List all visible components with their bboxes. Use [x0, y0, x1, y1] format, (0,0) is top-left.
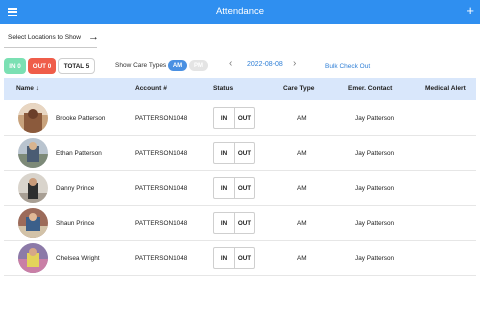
care-types-label: Show Care Types — [115, 62, 167, 69]
avatar — [18, 243, 48, 273]
check-in-button[interactable]: IN — [214, 213, 235, 233]
care-type-pm-toggle[interactable]: PM — [189, 60, 208, 71]
child-name: Shaun Prince — [56, 220, 95, 227]
table-row[interactable]: Chelsea Wright PATTERSON1048 IN OUT AM J… — [4, 241, 476, 276]
check-in-button[interactable]: IN — [214, 248, 235, 268]
column-header-medical-alert: Medical Alert — [425, 85, 466, 92]
table-row[interactable]: Danny Prince PATTERSON1048 IN OUT AM Jay… — [4, 171, 476, 206]
status-toggle: IN OUT — [213, 142, 255, 164]
column-header-status: Status — [213, 85, 234, 92]
avatar — [18, 173, 48, 203]
bulk-check-out-link[interactable]: Bulk Check Out — [325, 63, 370, 70]
column-header-account: Account # — [135, 85, 167, 92]
app-header: Attendance + — [0, 0, 480, 24]
child-name: Chelsea Wright — [56, 255, 100, 262]
column-header-care-type: Care Type — [283, 85, 315, 92]
account-number: PATTERSON1048 — [135, 255, 188, 262]
arrow-right-icon: → — [88, 31, 99, 43]
table-row[interactable]: Brooke Patterson PATTERSON1048 IN OUT AM… — [4, 101, 476, 136]
chevron-left-icon[interactable]: ‹ — [229, 58, 232, 69]
select-locations-button[interactable]: Select Locations to Show → — [4, 30, 99, 48]
check-out-button[interactable]: OUT — [235, 178, 254, 198]
check-out-button[interactable]: OUT — [235, 213, 254, 233]
account-number: PATTERSON1048 — [135, 220, 188, 227]
check-out-button[interactable]: OUT — [235, 108, 254, 128]
chevron-right-icon[interactable]: › — [293, 58, 296, 69]
status-toggle: IN OUT — [213, 177, 255, 199]
avatar — [18, 208, 48, 238]
table-row[interactable]: Shaun Prince PATTERSON1048 IN OUT AM Jay… — [4, 206, 476, 241]
emergency-contact: Jay Patterson — [355, 150, 395, 157]
total-count-badge[interactable]: TOTAL 5 — [58, 58, 95, 74]
care-type: AM — [297, 185, 307, 192]
care-type: AM — [297, 255, 307, 262]
emergency-contact: Jay Patterson — [355, 115, 395, 122]
arrow-down-icon: ↓ — [33, 85, 40, 92]
account-number: PATTERSON1048 — [135, 185, 188, 192]
account-number: PATTERSON1048 — [135, 150, 188, 157]
emergency-contact: Jay Patterson — [355, 220, 395, 227]
in-count-badge[interactable]: IN 0 — [4, 58, 26, 74]
check-in-button[interactable]: IN — [214, 143, 235, 163]
table-row[interactable]: Ethan Patterson PATTERSON1048 IN OUT AM … — [4, 136, 476, 171]
account-number: PATTERSON1048 — [135, 115, 188, 122]
care-type: AM — [297, 220, 307, 227]
status-toggle: IN OUT — [213, 107, 255, 129]
care-type-am-toggle[interactable]: AM — [168, 60, 187, 71]
avatar — [18, 103, 48, 133]
check-out-button[interactable]: OUT — [235, 143, 254, 163]
date-display[interactable]: 2022-08-08 — [247, 61, 283, 68]
check-out-button[interactable]: OUT — [235, 248, 254, 268]
table-header: Name ↓ Account # Status Care Type Emer. … — [4, 78, 476, 100]
status-toggle: IN OUT — [213, 247, 255, 269]
care-type: AM — [297, 115, 307, 122]
page-title: Attendance — [215, 6, 265, 17]
emergency-contact: Jay Patterson — [355, 185, 395, 192]
out-count-badge[interactable]: OUT 0 — [28, 58, 56, 74]
care-type: AM — [297, 150, 307, 157]
emergency-contact: Jay Patterson — [355, 255, 395, 262]
column-header-name[interactable]: Name ↓ — [16, 85, 39, 92]
status-toggle: IN OUT — [213, 212, 255, 234]
select-locations-label: Select Locations to Show — [8, 34, 81, 41]
child-name: Brooke Patterson — [56, 115, 106, 122]
child-name: Ethan Patterson — [56, 150, 102, 157]
avatar — [18, 138, 48, 168]
plus-icon[interactable]: + — [466, 4, 474, 17]
column-header-emer-contact: Emer. Contact — [348, 85, 393, 92]
check-in-button[interactable]: IN — [214, 178, 235, 198]
check-in-button[interactable]: IN — [214, 108, 235, 128]
child-name: Danny Prince — [56, 185, 95, 192]
